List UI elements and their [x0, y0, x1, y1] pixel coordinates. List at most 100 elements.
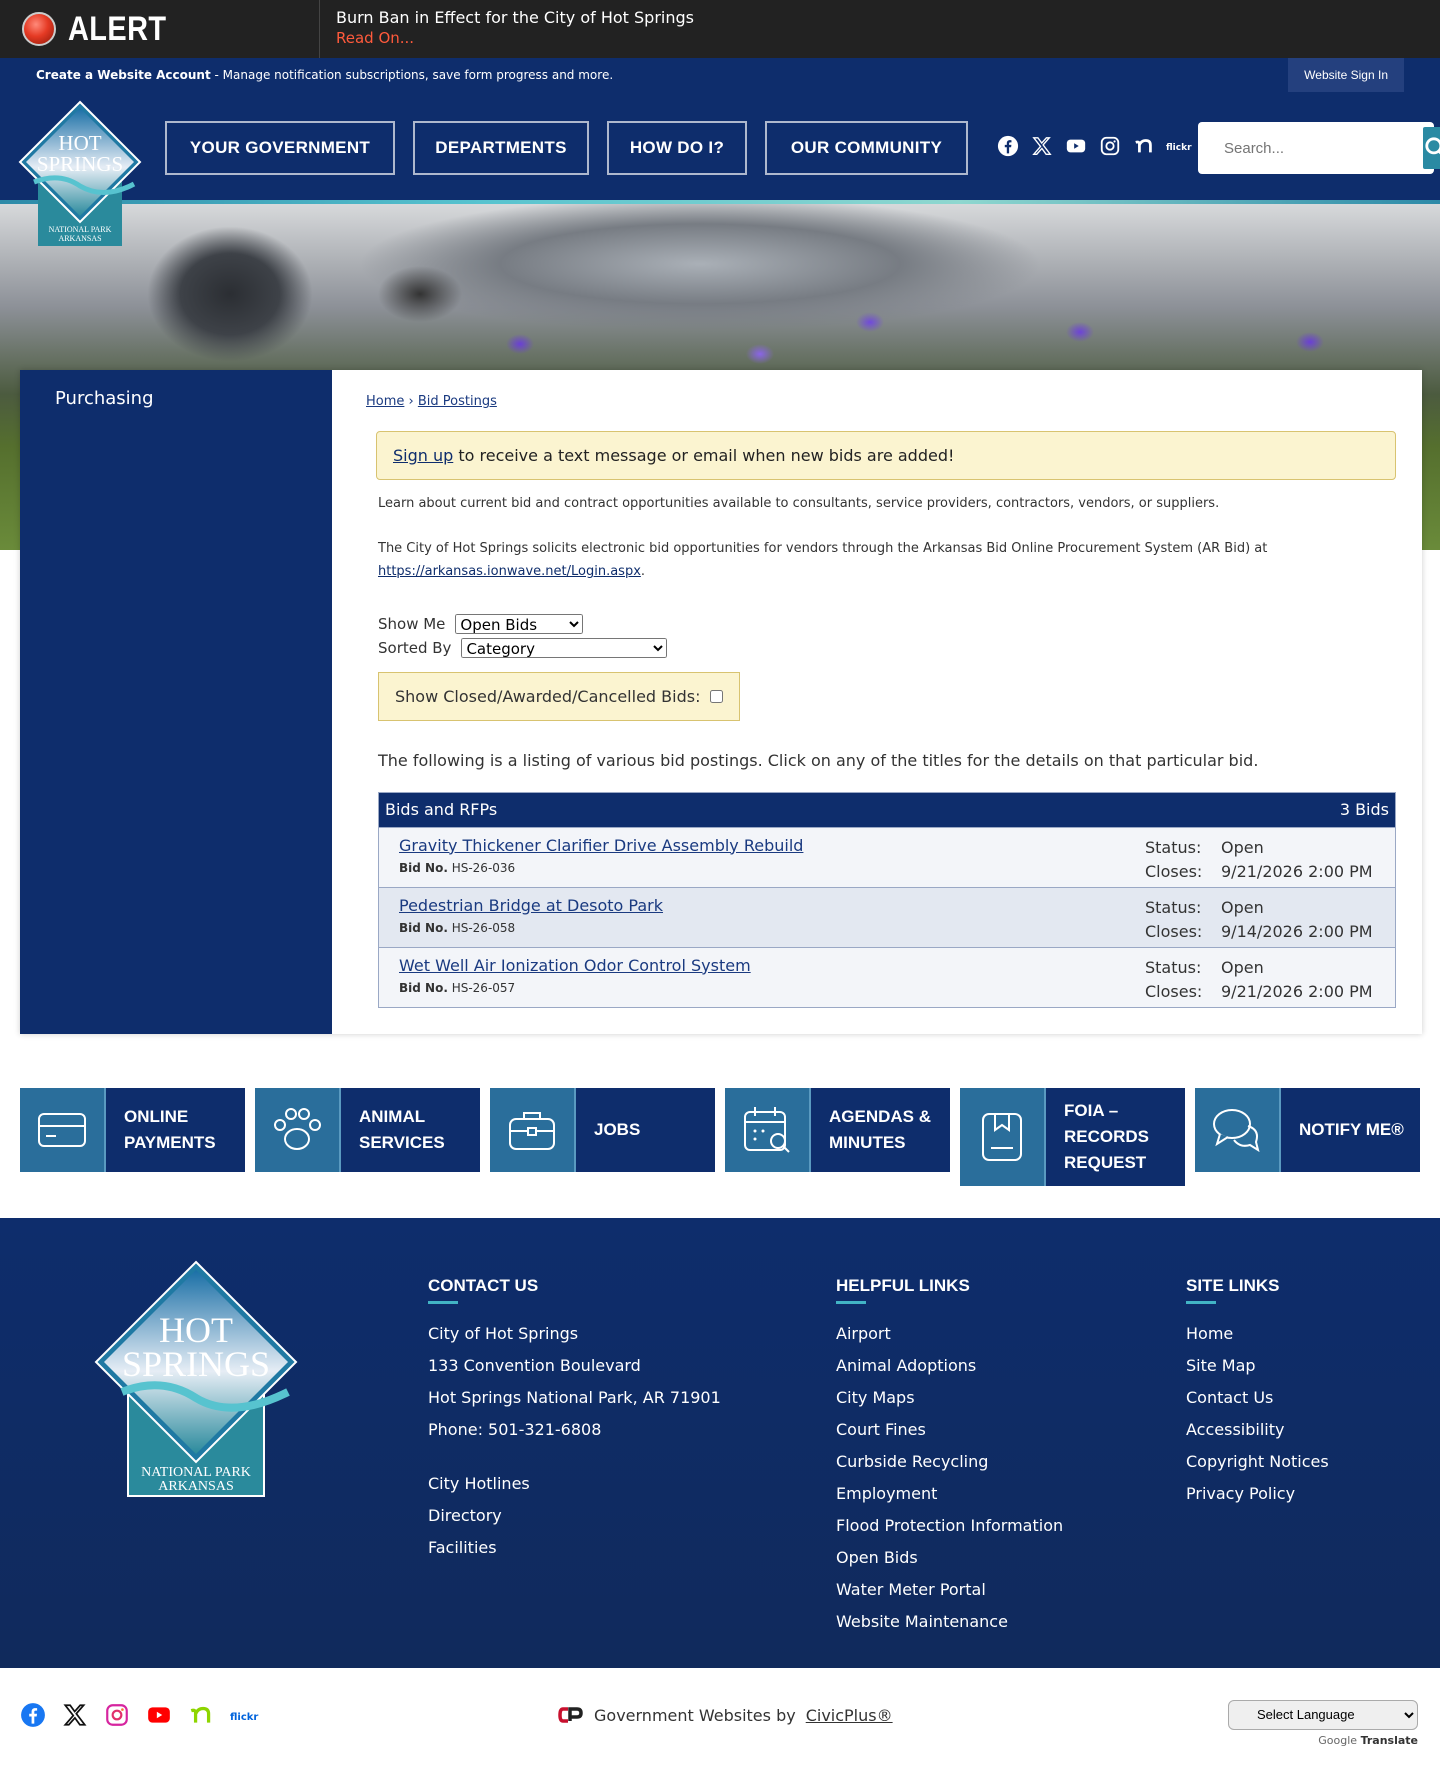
- footer-link[interactable]: Site Map: [1186, 1350, 1329, 1382]
- youtube-icon[interactable]: [1064, 135, 1088, 162]
- bid-no-value: HS-26-057: [451, 980, 516, 995]
- sorted-by-select[interactable]: Category: [461, 637, 668, 658]
- listing-note: The following is a listing of various bi…: [378, 750, 1259, 770]
- main-nav: YOUR GOVERNMENT DEPARTMENTS HOW DO I? OU…: [165, 121, 968, 175]
- google-translate: Select Language Google Translate: [1228, 1699, 1418, 1747]
- search-button[interactable]: [1423, 127, 1440, 169]
- footer-hot-springs-logo[interactable]: HOT SPRINGS NATIONAL PARK ARKANSAS: [92, 1260, 300, 1500]
- footer-link[interactable]: Court Fines: [836, 1414, 1063, 1446]
- flickr-icon[interactable]: flickr: [1166, 143, 1192, 153]
- footer-link[interactable]: Privacy Policy: [1186, 1478, 1329, 1510]
- x-icon[interactable]: [62, 1702, 88, 1734]
- instagram-icon[interactable]: [104, 1702, 130, 1734]
- create-account-link[interactable]: Create a Website Account: [36, 68, 211, 82]
- footer-link-city-hotlines[interactable]: City Hotlines: [428, 1468, 721, 1500]
- footer-link[interactable]: Flood Protection Information: [836, 1510, 1063, 1542]
- bids-table: Bids and RFPs 3 Bids Gravity Thickener C…: [378, 791, 1396, 1008]
- arbid-paragraph: The City of Hot Springs solicits electro…: [378, 537, 1396, 584]
- flickr-icon[interactable]: flickr: [230, 1712, 258, 1723]
- footer-link[interactable]: Airport: [836, 1318, 1063, 1350]
- bottom-bar: flickr Government Websites by CivicPlus®…: [0, 1667, 1440, 1768]
- footer-link-facilities[interactable]: Facilities: [428, 1532, 721, 1564]
- footer-site-heading: SITE LINKS: [1186, 1276, 1329, 1304]
- nav-our-community[interactable]: OUR COMMUNITY: [765, 121, 968, 175]
- civicplus-credit: Government Websites by CivicPlus®: [558, 1706, 893, 1725]
- nextdoor-icon[interactable]: [188, 1702, 214, 1734]
- arbid-text: The City of Hot Springs solicits electro…: [378, 540, 1268, 556]
- show-closed-toggle: Show Closed/Awarded/Cancelled Bids:: [378, 671, 741, 721]
- translate-label: Translate: [1360, 1733, 1418, 1747]
- facebook-icon[interactable]: [996, 135, 1020, 162]
- language-select[interactable]: Select Language: [1228, 1699, 1418, 1730]
- footer-link[interactable]: Contact Us: [1186, 1382, 1329, 1414]
- quick-link-jobs[interactable]: JOBS: [490, 1087, 715, 1172]
- x-icon[interactable]: [1030, 135, 1054, 162]
- footer-link[interactable]: Accessibility: [1186, 1414, 1329, 1446]
- bid-no-label: Bid No.: [399, 920, 448, 935]
- alert-message[interactable]: Burn Ban in Effect for the City of Hot S…: [336, 8, 694, 27]
- quick-link-foia-records-request[interactable]: FOIA – RECORDS REQUEST: [960, 1087, 1185, 1186]
- footer-link[interactable]: Home: [1186, 1318, 1329, 1350]
- alert-word: ALERT: [68, 9, 167, 48]
- footer-social-links: flickr: [20, 1702, 258, 1734]
- footer-link[interactable]: Copyright Notices: [1186, 1446, 1329, 1478]
- footer-link[interactable]: Curbside Recycling: [836, 1446, 1063, 1478]
- sidebar-title-purchasing[interactable]: Purchasing: [55, 388, 332, 409]
- footer-link[interactable]: City Maps: [836, 1382, 1063, 1414]
- quick-link-animal-services[interactable]: ANIMAL SERVICES: [255, 1087, 480, 1172]
- logo-text-arkansas: ARKANSAS: [58, 234, 101, 243]
- footer-link[interactable]: Animal Adoptions: [836, 1350, 1063, 1382]
- footer-logo-text-springs: SPRINGS: [122, 1344, 270, 1384]
- alert-read-on-link[interactable]: Read On...: [336, 29, 694, 47]
- header-social-links: flickr: [996, 135, 1192, 162]
- show-closed-label: Show Closed/Awarded/Cancelled Bids:: [395, 686, 701, 706]
- main-content: Home › Bid Postings Sign up to receive a…: [332, 370, 1422, 1034]
- search-input[interactable]: [1202, 139, 1423, 157]
- footer-link[interactable]: Website Maintenance: [836, 1606, 1063, 1638]
- quick-link-label: JOBS: [594, 1119, 641, 1139]
- footer-link[interactable]: Water Meter Portal: [836, 1574, 1063, 1606]
- bid-title-link[interactable]: Pedestrian Bridge at Desoto Park: [399, 896, 663, 915]
- instagram-icon[interactable]: [1098, 135, 1122, 162]
- facebook-icon[interactable]: [20, 1702, 46, 1734]
- calendar-search-icon: [744, 1106, 790, 1153]
- civicplus-text: Government Websites by: [594, 1705, 796, 1725]
- quick-link-label: NOTIFY ME®: [1299, 1119, 1404, 1139]
- show-me-select[interactable]: Open Bids: [455, 613, 584, 634]
- quick-link-agendas-minutes[interactable]: AGENDAS & MINUTES: [725, 1087, 950, 1172]
- breadcrumb-bid-postings[interactable]: Bid Postings: [418, 394, 497, 409]
- bids-count: 3 Bids: [1339, 800, 1389, 820]
- closes-value: 9/21/2026 2:00 PM: [1221, 981, 1373, 1001]
- quick-link-notify-me[interactable]: NOTIFY ME®: [1195, 1087, 1420, 1172]
- footer-contact-column: CONTACT US City of Hot Springs 133 Conve…: [428, 1276, 721, 1564]
- arbid-link[interactable]: https://arkansas.ionwave.net/Login.aspx: [378, 564, 641, 579]
- sign-up-link[interactable]: Sign up: [393, 446, 453, 465]
- youtube-icon[interactable]: [146, 1702, 172, 1734]
- nextdoor-icon[interactable]: [1132, 135, 1156, 162]
- bid-title-link[interactable]: Wet Well Air Ionization Odor Control Sys…: [399, 956, 751, 975]
- footer-link-directory[interactable]: Directory: [428, 1500, 721, 1532]
- nav-how-do-i[interactable]: HOW DO I?: [607, 121, 747, 175]
- hot-springs-logo[interactable]: HOT SPRINGS NATIONAL PARK ARKANSAS: [16, 100, 144, 248]
- nav-departments[interactable]: DEPARTMENTS: [413, 121, 589, 175]
- powered-by-google-translate: Google Translate: [1228, 1734, 1418, 1747]
- footer-link[interactable]: Open Bids: [836, 1542, 1063, 1574]
- bids-table-header: Bids and RFPs 3 Bids: [379, 792, 1395, 827]
- closes-label: Closes:: [1145, 861, 1203, 881]
- content-area: Purchasing Home › Bid Postings Sign up t…: [20, 370, 1422, 1034]
- contact-line: 133 Convention Boulevard: [428, 1355, 641, 1375]
- bid-number: Bid No. HS-26-058: [399, 921, 1145, 935]
- signup-notice-text: to receive a text message or email when …: [453, 446, 955, 465]
- breadcrumb-home[interactable]: Home: [366, 394, 404, 409]
- footer-link[interactable]: Employment: [836, 1478, 1063, 1510]
- civicplus-link[interactable]: CivicPlus®: [806, 1706, 893, 1725]
- bid-filters: Show Me Open Bids Sorted By Category: [378, 612, 1396, 660]
- show-closed-checkbox[interactable]: [710, 689, 724, 703]
- bid-title-link[interactable]: Gravity Thickener Clarifier Drive Assemb…: [399, 836, 803, 855]
- nav-your-government[interactable]: YOUR GOVERNMENT: [165, 121, 395, 175]
- paw-icon: [274, 1107, 321, 1150]
- quick-link-online-payments[interactable]: ONLINE PAYMENTS: [20, 1087, 245, 1172]
- website-sign-in-button[interactable]: Website Sign In: [1288, 58, 1404, 92]
- bid-row: Wet Well Air Ionization Odor Control Sys…: [379, 946, 1395, 1007]
- site-footer: HOT SPRINGS NATIONAL PARK ARKANSAS CONTA…: [0, 1217, 1440, 1668]
